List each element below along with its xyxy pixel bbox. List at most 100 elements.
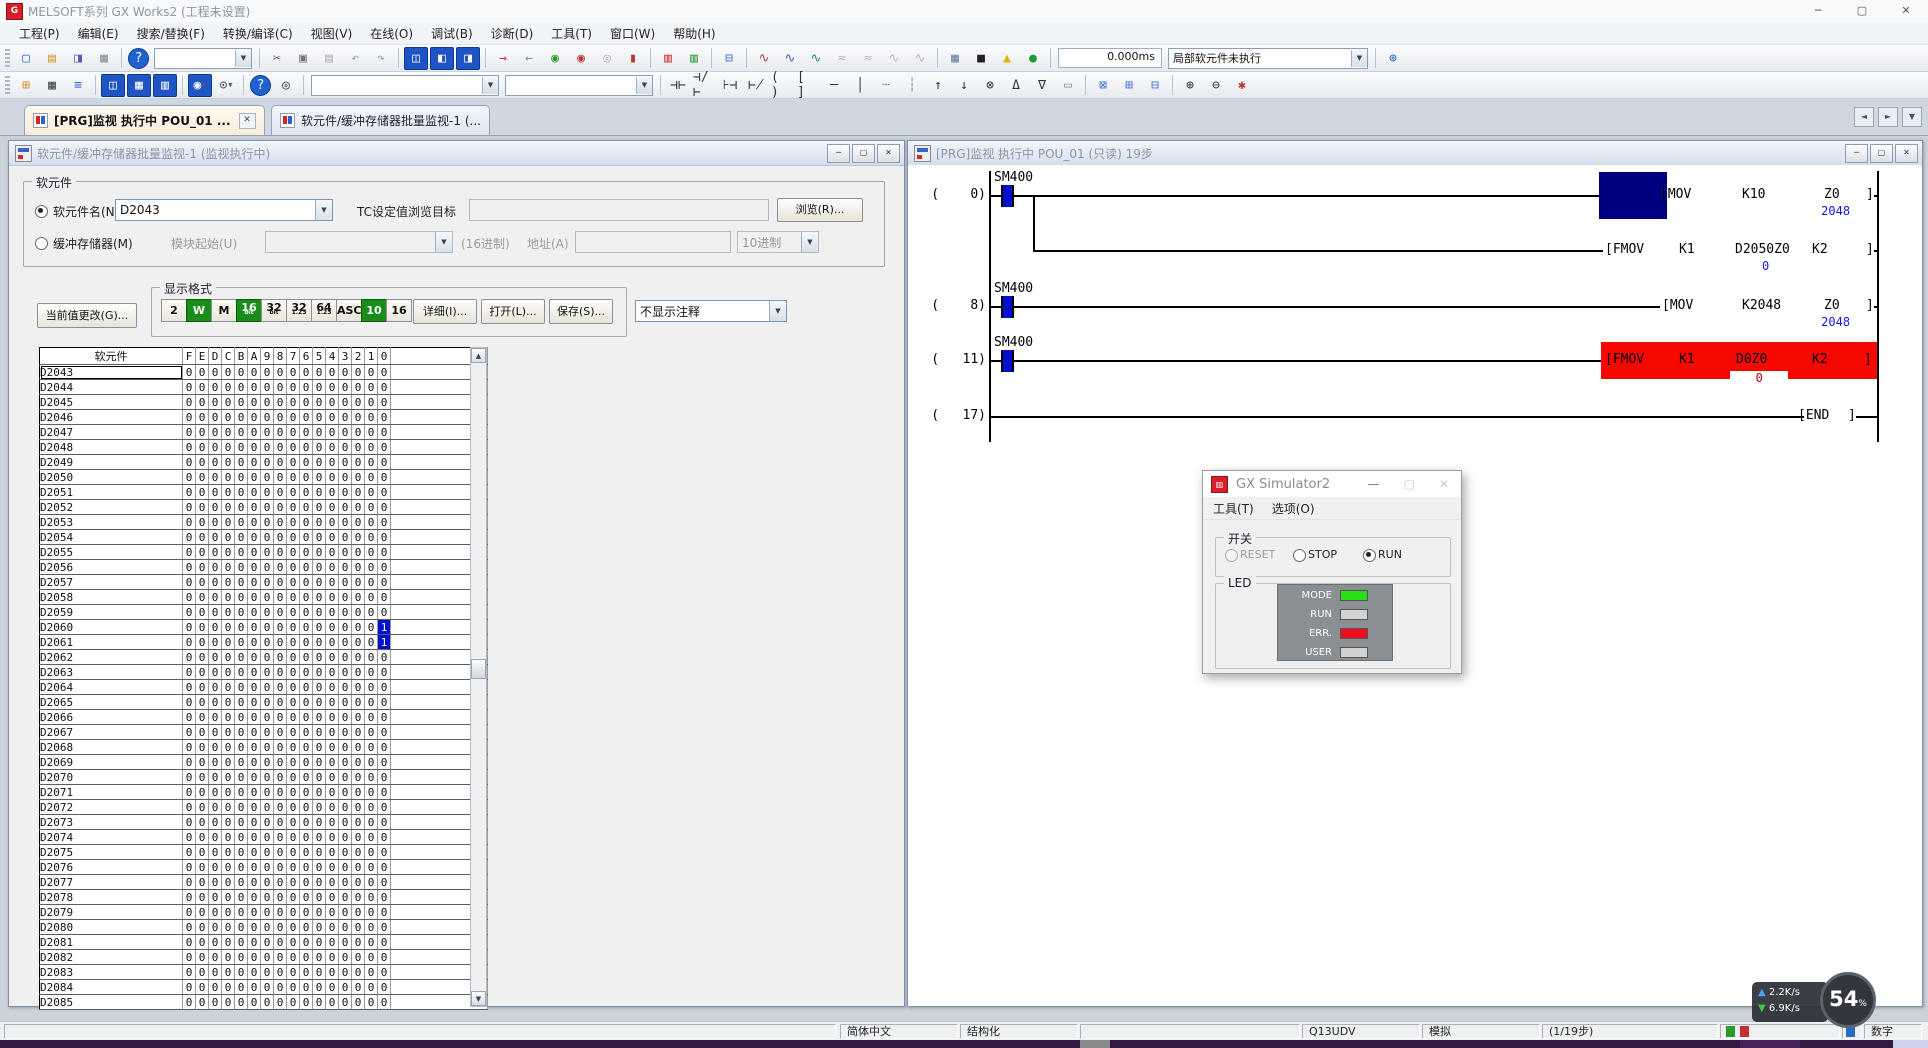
bit-cell[interactable]: 0 [183, 980, 196, 995]
bit-cell[interactable]: 0 [365, 365, 378, 380]
bit-cell[interactable]: 0 [222, 950, 235, 965]
bit-cell[interactable]: 0 [196, 440, 209, 455]
bit-cell[interactable]: 0 [326, 845, 339, 860]
bit-cell[interactable]: 0 [196, 875, 209, 890]
bit-cell[interactable]: 0 [313, 515, 326, 530]
bit-cell[interactable]: 0 [287, 470, 300, 485]
bit-cell[interactable]: 0 [287, 365, 300, 380]
bit-cell[interactable]: 0 [313, 545, 326, 560]
bit-cell[interactable]: 0 [196, 890, 209, 905]
bit-cell[interactable]: 0 [196, 860, 209, 875]
bit-cell[interactable]: 0 [326, 830, 339, 845]
format-multi-button[interactable]: M [211, 299, 237, 322]
bit-cell[interactable]: 0 [378, 560, 391, 575]
bit-cell[interactable]: 0 [183, 800, 196, 815]
bit-cell[interactable]: 0 [378, 860, 391, 875]
bit-cell[interactable]: 0 [313, 980, 326, 995]
bit-cell[interactable]: 0 [196, 755, 209, 770]
bit-cell[interactable]: 0 [365, 650, 378, 665]
bit-cell[interactable]: 0 [261, 875, 274, 890]
bit-cell[interactable]: 0 [274, 785, 287, 800]
scrollbar-down-icon[interactable]: ▼ [471, 991, 486, 1006]
bit-cell[interactable]: 0 [365, 485, 378, 500]
bit-cell[interactable]: 0 [365, 920, 378, 935]
detail-button[interactable]: 详细(I)... [413, 299, 477, 324]
bit-cell[interactable]: 0 [313, 740, 326, 755]
bit-cell[interactable]: 0 [235, 485, 248, 500]
bit-cell[interactable]: 0 [261, 365, 274, 380]
simulator-maximize-button[interactable]: ▢ [1404, 477, 1415, 491]
bit-cell[interactable]: 0 [209, 395, 222, 410]
bit-cell[interactable]: 0 [287, 545, 300, 560]
bit-cell[interactable]: 0 [235, 830, 248, 845]
bit-cell[interactable]: 0 [248, 950, 261, 965]
device-row[interactable]: D205700000000000000000 [40, 575, 488, 590]
bit-cell[interactable]: 0 [313, 920, 326, 935]
bit-cell[interactable]: 0 [313, 440, 326, 455]
device-monitor-close-button[interactable]: ✕ [877, 144, 900, 163]
read-from-plc-icon[interactable]: ← [517, 47, 541, 70]
tab-device-monitor[interactable]: 软元件/缓冲存储器批量监视-1 (... [271, 105, 490, 135]
simulator-reset-radio[interactable] [1225, 549, 1238, 562]
bit-cell[interactable]: 0 [248, 455, 261, 470]
scrollbar-up-icon[interactable]: ▲ [471, 348, 486, 363]
bit-cell[interactable]: 0 [248, 515, 261, 530]
bit-cell[interactable]: 0 [196, 725, 209, 740]
bit-cell[interactable]: 0 [339, 935, 352, 950]
bit-cell[interactable]: 0 [248, 620, 261, 635]
bit-cell[interactable]: 0 [287, 575, 300, 590]
format-word-button[interactable]: W [186, 299, 212, 322]
bit-cell[interactable]: 0 [235, 410, 248, 425]
bit-cell[interactable]: 0 [261, 860, 274, 875]
bit-cell[interactable]: 0 [287, 905, 300, 920]
bit-cell[interactable]: 0 [235, 560, 248, 575]
bit-cell[interactable]: 0 [183, 575, 196, 590]
bit-cell[interactable]: 0 [313, 470, 326, 485]
device-green-icon[interactable]: ▥ [682, 47, 706, 70]
bit-cell[interactable]: 0 [183, 425, 196, 440]
bit-cell[interactable]: 0 [300, 785, 313, 800]
device-cell[interactable]: D2045 [40, 395, 183, 410]
device-cell[interactable]: D2054 [40, 530, 183, 545]
bit-cell[interactable]: 0 [313, 425, 326, 440]
bit-cell[interactable]: 0 [196, 575, 209, 590]
bit-cell[interactable]: 0 [352, 605, 365, 620]
bit-cell[interactable]: 0 [365, 560, 378, 575]
bit-cell[interactable]: 0 [209, 530, 222, 545]
bit-cell[interactable]: 0 [274, 635, 287, 650]
device-row[interactable]: D204300000000000000000 [40, 365, 488, 380]
bit-cell[interactable]: 0 [313, 815, 326, 830]
bit-cell[interactable]: 0 [313, 365, 326, 380]
bit-cell[interactable]: 0 [365, 605, 378, 620]
bit-cell[interactable]: 0 [339, 860, 352, 875]
bit-cell[interactable]: 0 [196, 485, 209, 500]
module-config-icon[interactable]: ▦ [40, 74, 64, 97]
device-cell[interactable]: D2078 [40, 890, 183, 905]
bit-cell[interactable]: 0 [209, 485, 222, 500]
bit-cell[interactable]: 0 [209, 365, 222, 380]
device-monitor-icon[interactable]: ◧ [430, 47, 454, 70]
bit-cell[interactable]: 0 [339, 590, 352, 605]
bit-cell[interactable]: 0 [339, 500, 352, 515]
bit-cell[interactable]: 0 [313, 950, 326, 965]
bit-cell[interactable]: 0 [365, 755, 378, 770]
bit-cell[interactable]: 0 [261, 845, 274, 860]
minimize-button[interactable]: ─ [1796, 0, 1840, 22]
bit-cell[interactable]: 0 [248, 425, 261, 440]
bit-cell[interactable]: 0 [300, 710, 313, 725]
bit-cell[interactable]: 0 [287, 920, 300, 935]
bit-cell[interactable]: 0 [339, 725, 352, 740]
bit-cell[interactable]: 0 [326, 605, 339, 620]
bit-cell[interactable]: 0 [287, 965, 300, 980]
bit-cell[interactable]: 0 [326, 905, 339, 920]
bit-cell[interactable]: 0 [274, 770, 287, 785]
bit-cell[interactable]: 0 [352, 785, 365, 800]
bit-cell[interactable]: 0 [248, 770, 261, 785]
close-button[interactable]: ✕ [1884, 0, 1928, 22]
bit-cell[interactable]: 0 [209, 785, 222, 800]
comment-display-combo[interactable]: 不显示注释▼ [635, 300, 787, 322]
bit-cell[interactable]: 0 [300, 995, 313, 1010]
bit-cell[interactable]: 0 [300, 545, 313, 560]
browse-button[interactable]: 浏览(R)... [777, 198, 863, 222]
bit-cell[interactable]: 0 [326, 875, 339, 890]
